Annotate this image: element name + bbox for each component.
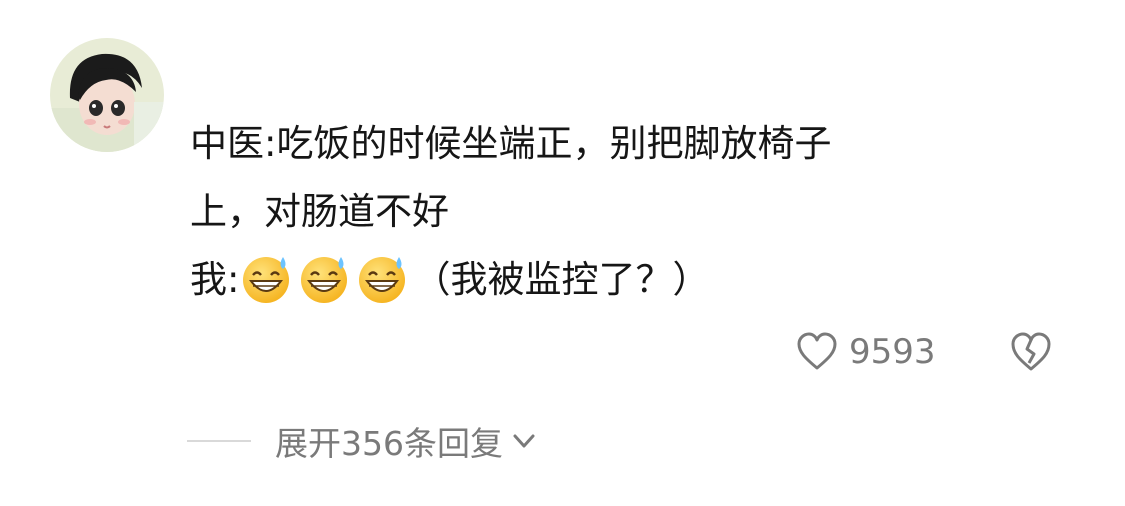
comment-text: 中医:吃饭的时候坐端正，别把脚放椅子 上，对肠道不好 我: （我被监控了？）	[190, 110, 1020, 314]
comment-line-3-prefix: 我:	[190, 258, 240, 301]
grinning-sweat-emoji	[243, 257, 290, 303]
like-count: 9593	[849, 332, 936, 372]
expand-replies[interactable]: 展开356条回复	[187, 418, 537, 464]
comment-line-2: 上，对肠道不好	[190, 190, 449, 233]
comment-line-3: 我: （我被监控了？）	[190, 246, 1020, 314]
avatar[interactable]	[50, 38, 164, 152]
heart-outline-icon[interactable]	[795, 330, 839, 374]
divider	[187, 440, 251, 442]
chevron-down-icon[interactable]	[511, 428, 537, 454]
comment-line-1: 中医:吃饭的时候坐端正，别把脚放椅子	[190, 122, 832, 165]
avatar-image	[50, 38, 164, 152]
grinning-sweat-emoji	[359, 257, 406, 303]
expand-replies-label[interactable]: 展开356条回复	[275, 417, 503, 465]
comment-actions: 9593	[795, 326, 1054, 378]
comment-line-3-suffix: （我被监控了？）	[413, 258, 710, 301]
broken-heart-icon[interactable]	[1008, 329, 1054, 375]
grinning-sweat-emoji	[301, 257, 348, 303]
emoji-group	[239, 243, 413, 311]
